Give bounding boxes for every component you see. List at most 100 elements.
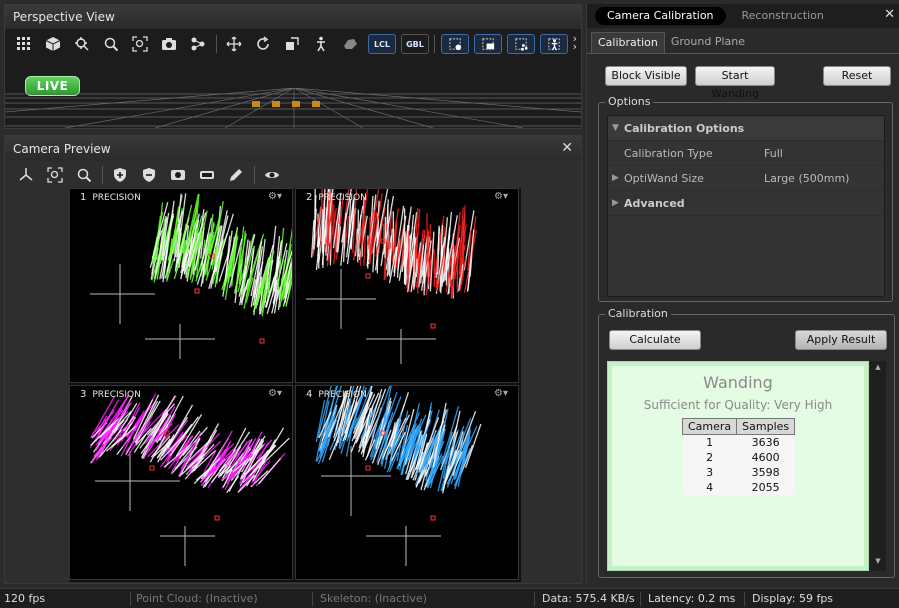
toolbar-overflow-icon[interactable]: › › (573, 33, 577, 52)
start-wanding-button[interactable]: Start Wanding (695, 66, 775, 100)
sample-streaks (89, 393, 290, 494)
global-button[interactable]: GBL (401, 34, 429, 54)
gear-icon[interactable]: ⚙▾ (268, 388, 282, 399)
marker-square (365, 465, 371, 471)
perspective-view-title: Perspective View (5, 5, 581, 29)
fps-status: 120 fps (4, 592, 46, 605)
options-property-grid: ▼ Calibration Options Calibration Type Ful… (607, 115, 885, 297)
nodes-icon[interactable] (187, 33, 209, 55)
table-row: 1 3636 (682, 434, 795, 450)
local-button[interactable]: LCL (368, 34, 396, 54)
camera-snapshot-icon[interactable] (167, 164, 189, 186)
marker-square (259, 338, 265, 344)
rotate-icon[interactable] (252, 33, 274, 55)
camera-preview-panel: Camera Preview ✕ 1 PRECISION ⚙▾ 2 PRECISIO… (4, 135, 582, 584)
ground-plane-icon[interactable] (339, 33, 361, 55)
result-title: Wanding (703, 373, 773, 392)
options-legend: Options (605, 95, 654, 108)
pane-tabs: Camera Calibration Reconstruction ✕ (587, 4, 899, 28)
options-group: Options ▼ Calibration Options Calibration… (598, 95, 893, 302)
calibration-type-row[interactable]: Calibration Type Full (608, 141, 884, 166)
mask-add-icon[interactable] (109, 164, 131, 186)
zoom-cross-icon[interactable] (71, 33, 93, 55)
gear-icon[interactable]: ⚙▾ (494, 388, 508, 399)
result-scrollbar[interactable]: ▲ ▼ (870, 361, 886, 571)
apply-result-button[interactable]: Apply Result (795, 330, 887, 350)
camera-view-4[interactable]: 4 PRECISION ⚙▾ (295, 385, 519, 580)
calculate-button[interactable]: Calculate (609, 330, 701, 350)
close-icon[interactable]: ✕ (561, 140, 573, 156)
block-visible-button[interactable]: Block Visible (605, 66, 687, 86)
display-fps-status: Display: 59 fps (752, 592, 834, 605)
cube-icon[interactable] (42, 33, 64, 55)
select-rigid-body-icon[interactable] (507, 34, 535, 54)
scroll-up-icon[interactable]: ▲ (870, 363, 886, 375)
camera-mode: PRECISION (318, 390, 367, 400)
select-camera-icon[interactable] (474, 34, 502, 54)
marker-square (430, 323, 436, 329)
calibration-group: Calibration Calculate Apply Result Wandi… (598, 307, 895, 578)
gear-icon[interactable]: ⚙▾ (268, 191, 282, 202)
advanced-section[interactable]: ▶ Advanced (608, 191, 884, 216)
status-separator (312, 592, 313, 606)
perspective-view-panel: Perspective View LCL GBL › › LIVE (4, 4, 582, 129)
scale-icon[interactable] (281, 33, 303, 55)
ground-grid (5, 88, 581, 128)
tab-ground-plane[interactable]: Ground Plane (665, 32, 751, 53)
skeleton-tracking-icon[interactable] (310, 33, 332, 55)
camera-number: 2 (306, 192, 313, 203)
camera-mode: PRECISION (318, 193, 367, 203)
calibration-options-header[interactable]: ▼ Calibration Options (608, 116, 884, 141)
zoom-fit-icon[interactable] (44, 164, 66, 186)
skeleton-status: Skeleton: (Inactive) (320, 592, 428, 605)
gear-icon[interactable]: ⚙▾ (494, 191, 508, 202)
column-header-samples: Samples (736, 418, 796, 435)
data-rate-status: Data: 575.4 KB/s (542, 592, 635, 605)
camera-view-3[interactable]: 3 PRECISION ⚙▾ (69, 385, 293, 580)
status-bar: 120 fps Point Cloud: (Inactive) Skeleton… (0, 588, 899, 608)
camera-grid: 1 PRECISION ⚙▾ 2 PRECISION ⚙▾ 3 PRECISION ⚙… (69, 188, 521, 582)
zoom-region-icon[interactable] (100, 33, 122, 55)
zoom-icon[interactable] (73, 164, 95, 186)
camera-number: 1 (80, 192, 87, 203)
reset-button[interactable]: Reset (823, 66, 891, 86)
scroll-down-icon[interactable]: ▼ (870, 557, 886, 569)
table-row: 2 4600 (682, 450, 795, 465)
tab-calibration[interactable]: Calibration (591, 32, 665, 53)
calibration-legend: Calibration (605, 307, 671, 320)
pencil-icon[interactable] (225, 164, 247, 186)
close-icon[interactable]: ✕ (884, 7, 895, 22)
select-skeleton-icon[interactable] (540, 34, 568, 54)
axes-icon[interactable] (15, 164, 37, 186)
toolbar-separator (102, 166, 103, 184)
tab-camera-calibration[interactable]: Camera Calibration (595, 7, 726, 25)
grid-menu-icon[interactable] (13, 33, 35, 55)
tab-reconstruction[interactable]: Reconstruction (730, 7, 836, 25)
camera-view-1[interactable]: 1 PRECISION ⚙▾ (69, 188, 293, 383)
sample-streaks (315, 386, 482, 494)
expand-arrow-icon: ▶ (612, 198, 619, 208)
camera-preview-toolbar (15, 164, 290, 186)
camera-icon[interactable] (158, 33, 180, 55)
select-marker-icon[interactable] (441, 34, 469, 54)
wand-sample-cloud (315, 386, 482, 566)
wand-sample-cloud (306, 189, 477, 364)
camera-number: 3 (80, 389, 87, 400)
status-separator (130, 592, 131, 606)
sample-streaks (149, 193, 292, 317)
optiwand-size-row[interactable]: ▶ OptiWand Size Large (500mm) (608, 166, 884, 191)
move-icon[interactable] (223, 33, 245, 55)
marker-square (214, 515, 220, 521)
result-quality: Sufficient for Quality: Very High (643, 398, 833, 412)
camera-view-2[interactable]: 2 PRECISION ⚙▾ (295, 188, 519, 383)
frame-icon[interactable] (196, 164, 218, 186)
point-cloud-status: Point Cloud: (Inactive) (136, 592, 258, 605)
mask-clear-icon[interactable] (138, 164, 160, 186)
collapse-arrow-icon: ▼ (612, 123, 619, 133)
camera-mode: PRECISION (92, 193, 141, 203)
status-separator (640, 592, 641, 606)
zoom-fit-icon[interactable] (129, 33, 151, 55)
toolbar-separator (254, 166, 255, 184)
eye-icon[interactable] (261, 164, 283, 186)
marker-square (365, 273, 371, 279)
